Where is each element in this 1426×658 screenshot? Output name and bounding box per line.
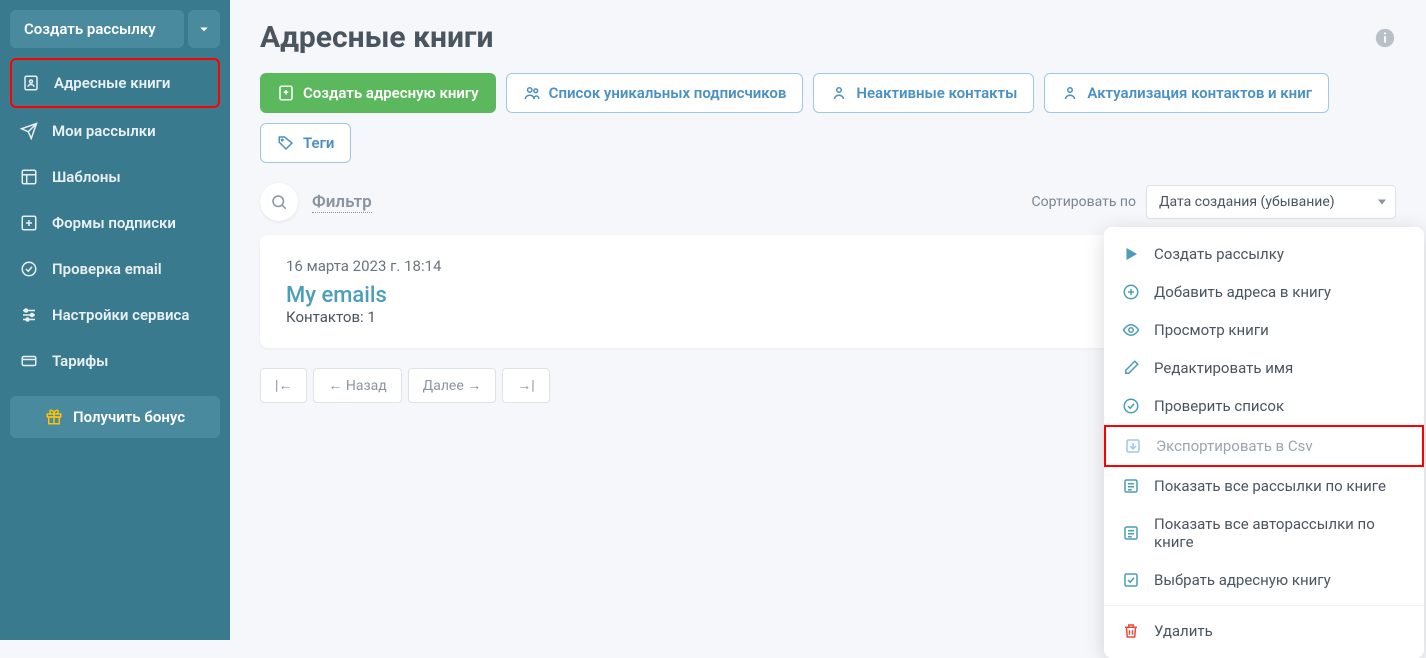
book-icon xyxy=(22,74,40,92)
sidebar-item-settings[interactable]: Настройки сервиса xyxy=(10,292,220,338)
menu-add-addresses[interactable]: Добавить адреса в книгу xyxy=(1104,273,1424,311)
checkbox-icon xyxy=(1122,571,1140,589)
send-icon xyxy=(20,122,38,140)
sidebar-item-campaigns[interactable]: Мои рассылки xyxy=(10,108,220,154)
menu-select-book[interactable]: Выбрать адресную книгу xyxy=(1104,561,1424,599)
eye-icon xyxy=(1122,321,1140,339)
users-icon xyxy=(523,84,541,102)
sidebar-item-tariffs[interactable]: Тарифы xyxy=(10,338,220,384)
menu-create-campaign[interactable]: Создать рассылку xyxy=(1104,235,1424,273)
menu-label: Показать все рассылки по книге xyxy=(1154,477,1386,495)
play-icon xyxy=(1122,245,1140,263)
sidebar-item-label: Мои рассылки xyxy=(52,122,156,140)
search-icon xyxy=(270,193,288,211)
user-inactive-icon xyxy=(830,84,848,102)
create-address-book-button[interactable]: Создать адресную книгу xyxy=(260,73,496,113)
page-title: Адресные книги xyxy=(260,20,494,55)
plus-circle-icon xyxy=(1122,283,1140,301)
check-circle-icon xyxy=(20,260,38,278)
sort-select[interactable]: Дата создания (убывание) xyxy=(1146,185,1396,219)
menu-delete[interactable]: Удалить xyxy=(1104,612,1424,650)
sidebar-item-label: Проверка email xyxy=(52,260,162,278)
menu-label: Добавить адреса в книгу xyxy=(1154,283,1331,301)
sidebar-item-forms[interactable]: Формы подписки xyxy=(10,200,220,246)
card-title-link[interactable]: My emails xyxy=(286,283,387,308)
menu-view-book[interactable]: Просмотр книги xyxy=(1104,311,1424,349)
button-label: Список уникальных подписчиков xyxy=(549,84,787,102)
menu-show-campaigns[interactable]: Показать все рассылки по книге xyxy=(1104,467,1424,505)
sidebar-item-verify-email[interactable]: Проверка email xyxy=(10,246,220,292)
inactive-contacts-button[interactable]: Неактивные контакты xyxy=(813,73,1034,113)
sidebar-item-address-books[interactable]: Адресные книги xyxy=(10,58,220,108)
menu-label: Редактировать имя xyxy=(1154,359,1293,377)
menu-label: Показать все авторассылки по книге xyxy=(1154,515,1406,551)
unique-subscribers-button[interactable]: Список уникальных подписчиков xyxy=(506,73,804,113)
button-label: Неактивные контакты xyxy=(856,84,1017,102)
create-campaign-button[interactable]: Создать рассылку xyxy=(10,10,184,48)
bonus-label: Получить бонус xyxy=(73,408,185,426)
search-button[interactable] xyxy=(260,183,298,221)
button-label: Актуализация контактов и книг xyxy=(1087,84,1312,102)
card-context-menu: Создать рассылку Добавить адреса в книгу… xyxy=(1104,227,1424,658)
sidebar-item-templates[interactable]: Шаблоны xyxy=(10,154,220,200)
info-icon[interactable] xyxy=(1374,27,1396,49)
sidebar-item-label: Тарифы xyxy=(52,352,108,370)
menu-check-list[interactable]: Проверить список xyxy=(1104,387,1424,425)
get-bonus-button[interactable]: Получить бонус xyxy=(10,396,220,438)
check-circle-icon xyxy=(1122,397,1140,415)
chevron-down-icon xyxy=(195,20,213,38)
action-bar: Создать адресную книгу Список уникальных… xyxy=(260,73,1396,163)
sliders-icon xyxy=(20,306,38,324)
list-icon xyxy=(1122,477,1140,495)
sidebar-item-label: Шаблоны xyxy=(52,168,121,186)
menu-label: Экспортировать в Csv xyxy=(1156,437,1313,455)
actualize-contacts-button[interactable]: Актуализация контактов и книг xyxy=(1044,73,1329,113)
sort-label: Сортировать по xyxy=(1032,194,1136,210)
sidebar-item-label: Формы подписки xyxy=(52,214,176,232)
menu-label: Выбрать адресную книгу xyxy=(1154,571,1331,589)
menu-divider xyxy=(1104,605,1424,606)
refresh-user-icon xyxy=(1061,84,1079,102)
menu-export-csv[interactable]: Экспортировать в Csv xyxy=(1104,425,1424,467)
pager-first-button[interactable]: |← xyxy=(260,368,307,403)
tag-icon xyxy=(277,134,295,152)
menu-label: Проверить список xyxy=(1154,397,1284,415)
pager-last-button[interactable]: →| xyxy=(502,368,549,403)
book-plus-icon xyxy=(277,84,295,102)
menu-show-auto-campaigns[interactable]: Показать все авторассылки по книге xyxy=(1104,505,1424,561)
trash-icon xyxy=(1122,622,1140,640)
menu-label: Удалить xyxy=(1154,622,1213,640)
pencil-icon xyxy=(1122,359,1140,377)
button-label: Создать адресную книгу xyxy=(303,84,479,102)
pager-prev-button[interactable]: ← Назад xyxy=(313,368,401,403)
form-icon xyxy=(20,214,38,232)
main-content: Адресные книги Создать адресную книгу Сп… xyxy=(230,0,1426,640)
button-label: Теги xyxy=(303,134,334,152)
menu-label: Создать рассылку xyxy=(1154,245,1284,263)
sidebar: Создать рассылку Адресные книги Мои расс… xyxy=(0,0,230,640)
filter-toggle[interactable]: Фильтр xyxy=(312,192,372,213)
card-icon xyxy=(20,352,38,370)
tags-button[interactable]: Теги xyxy=(260,123,351,163)
sidebar-item-label: Адресные книги xyxy=(54,74,170,92)
menu-rename[interactable]: Редактировать имя xyxy=(1104,349,1424,387)
export-icon xyxy=(1124,437,1142,455)
gift-icon xyxy=(45,408,63,426)
pager-next-button[interactable]: Далее → xyxy=(408,368,497,403)
menu-label: Просмотр книги xyxy=(1154,321,1269,339)
template-icon xyxy=(20,168,38,186)
sidebar-item-label: Настройки сервиса xyxy=(52,306,189,324)
create-campaign-dropdown[interactable] xyxy=(188,10,220,48)
auto-list-icon xyxy=(1122,524,1140,542)
